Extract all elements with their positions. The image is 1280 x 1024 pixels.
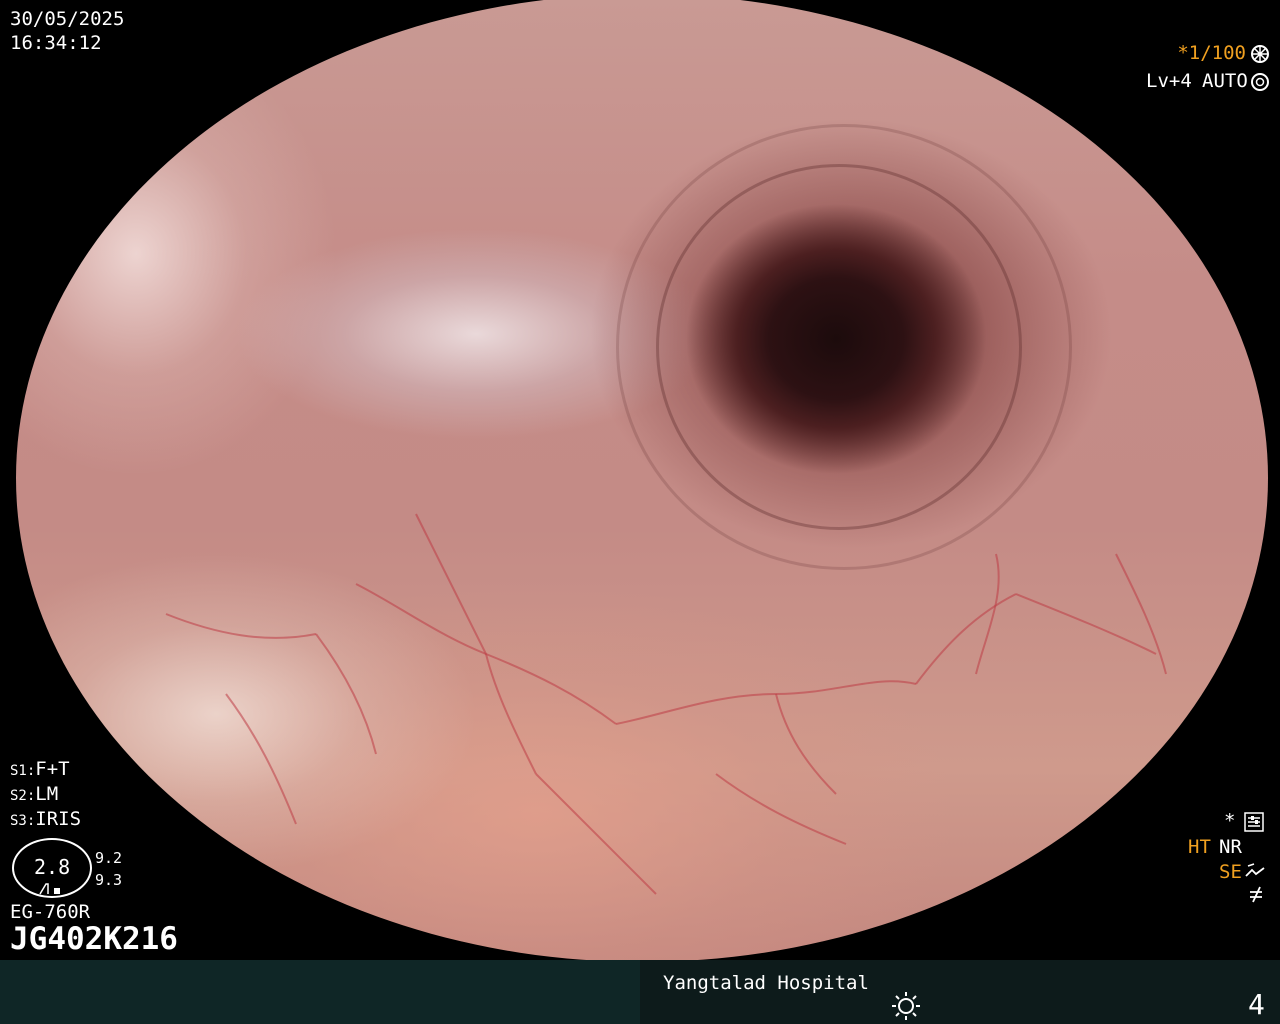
footer-left bbox=[0, 960, 640, 1024]
magnification-value: 2.8 bbox=[34, 855, 71, 879]
ht-indicator: HT bbox=[1188, 836, 1211, 858]
setting-s3: S3:IRIS bbox=[10, 808, 81, 830]
setting-s2: S2:LM bbox=[10, 783, 58, 805]
aperture-icon bbox=[1251, 45, 1269, 63]
iris-icon bbox=[1251, 73, 1269, 91]
nr-indicator: NR bbox=[1219, 836, 1242, 858]
scope-serial: JG402K216 bbox=[10, 921, 178, 957]
scale-lower: 9.3 bbox=[95, 871, 123, 889]
scope-tip-icon bbox=[39, 883, 60, 895]
sun-icon bbox=[892, 992, 920, 1020]
time-text: 16:34:12 bbox=[10, 32, 102, 54]
scale-upper: 9.2 bbox=[95, 849, 123, 867]
enhance-icon bbox=[1245, 863, 1265, 877]
setting-s1: S1:F+T bbox=[10, 758, 70, 780]
endoscope-image bbox=[16, 0, 1268, 962]
scope-model: EG-760R bbox=[10, 901, 91, 923]
light-level: Lv+4 bbox=[1146, 70, 1192, 92]
sliders-icon bbox=[1244, 812, 1264, 832]
setting-s3-label: S3: bbox=[10, 813, 36, 829]
auto-mode: AUTO bbox=[1202, 70, 1248, 92]
setting-s1-label: S1: bbox=[10, 763, 36, 779]
mucosal-vessels bbox=[165, 513, 1167, 895]
se-indicator: SE bbox=[1219, 861, 1242, 883]
star-marker: * bbox=[1224, 810, 1236, 832]
date-text: 30/05/2025 bbox=[10, 8, 125, 30]
not-equal-icon bbox=[1250, 886, 1262, 903]
hospital-name: Yangtalad Hospital bbox=[663, 972, 869, 994]
lumen-ring-outer bbox=[616, 124, 1072, 570]
setting-s2-value: LM bbox=[35, 783, 59, 805]
setting-s3-value: IRIS bbox=[35, 808, 82, 830]
page-number: 4 bbox=[1248, 988, 1265, 1021]
setting-s1-value: F+T bbox=[35, 758, 70, 780]
shutter-speed: *1/100 bbox=[1177, 42, 1246, 64]
setting-s2-label: S2: bbox=[10, 788, 36, 804]
